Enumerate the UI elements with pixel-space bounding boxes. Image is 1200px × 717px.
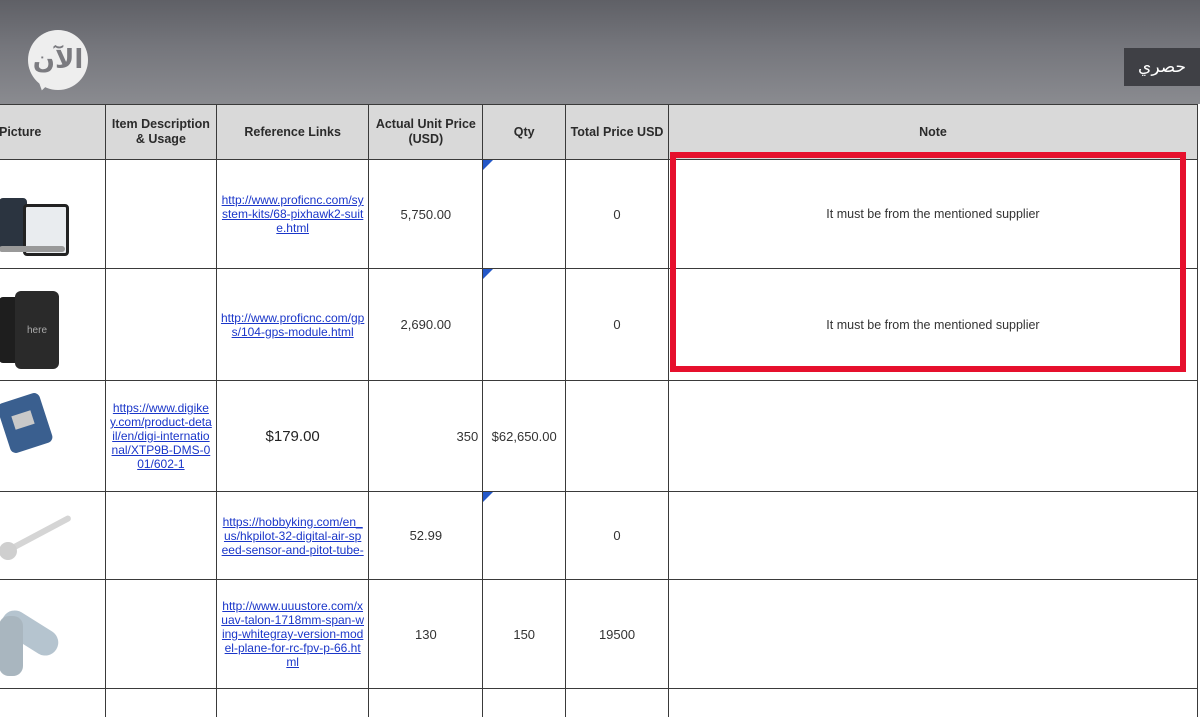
reference-link-cell: $179.00 bbox=[215, 380, 370, 492]
table-row bbox=[0, 688, 1199, 717]
product-image-cell bbox=[0, 159, 106, 269]
note-cell bbox=[667, 579, 1199, 689]
spreadsheet: Picture Item Description & Usage Referen… bbox=[0, 104, 1200, 717]
qty-cell bbox=[482, 159, 567, 269]
procurement-table: Picture Item Description & Usage Referen… bbox=[0, 104, 1199, 717]
product-image-cell bbox=[0, 380, 106, 492]
note-cell bbox=[667, 380, 1199, 492]
description-cell: https://www.digikey.com/product-detail/e… bbox=[104, 380, 217, 492]
airplane-wing-image bbox=[0, 581, 99, 688]
unit-price-cell: 52.99 bbox=[368, 491, 484, 580]
description-cell bbox=[104, 579, 217, 689]
total-price-cell bbox=[565, 380, 669, 492]
unit-price-cell: 2,690.00 bbox=[368, 268, 484, 381]
empty-cell bbox=[215, 688, 370, 717]
empty-cell bbox=[667, 688, 1199, 717]
header-qty: Qty bbox=[482, 104, 567, 160]
header-reference-links: Reference Links bbox=[215, 104, 370, 160]
pitot-tube-image bbox=[0, 493, 99, 579]
qty-cell bbox=[482, 268, 567, 381]
reference-link[interactable]: https://hobbyking.com/en_us/hkpilot-32-d… bbox=[221, 515, 365, 557]
qty-cell: $62,650.00 bbox=[482, 380, 567, 492]
reference-link-cell: http://www.proficnc.com/system-kits/68-p… bbox=[215, 159, 370, 269]
header-total-price: Total Price USD bbox=[565, 104, 669, 160]
video-header: الآن حصري bbox=[0, 0, 1200, 104]
header-picture: Picture bbox=[0, 104, 106, 160]
reference-link[interactable]: http://www.uuustore.com/xuav-talon-1718m… bbox=[221, 599, 365, 669]
header-unit-price: Actual Unit Price (USD) bbox=[368, 104, 484, 160]
table-row: http://www.uuustore.com/xuav-talon-1718m… bbox=[0, 579, 1199, 689]
gps-module-image: here bbox=[0, 270, 99, 380]
note-cell: It must be from the mentioned supplier bbox=[667, 268, 1199, 381]
product-image-cell bbox=[0, 491, 106, 580]
total-price-cell: 0 bbox=[565, 268, 669, 381]
empty-cell bbox=[104, 688, 217, 717]
header-row: Picture Item Description & Usage Referen… bbox=[0, 104, 1199, 160]
description-cell bbox=[104, 491, 217, 580]
empty-cell bbox=[482, 688, 567, 717]
table-row: here http://www.proficnc.com/gps/104-gps… bbox=[0, 268, 1199, 381]
note-cell: It must be from the mentioned supplier bbox=[667, 159, 1199, 269]
logo-text: الآن bbox=[32, 45, 84, 75]
description-cell bbox=[104, 268, 217, 381]
reference-link[interactable]: http://www.proficnc.com/gps/104-gps-modu… bbox=[221, 311, 365, 339]
reference-link-cell: http://www.proficnc.com/gps/104-gps-modu… bbox=[215, 268, 370, 381]
reference-link-cell: http://www.uuustore.com/xuav-talon-1718m… bbox=[215, 579, 370, 689]
note-cell bbox=[667, 491, 1199, 580]
empty-cell bbox=[368, 688, 484, 717]
empty-cell bbox=[565, 688, 669, 717]
unit-price-cell: 130 bbox=[368, 579, 484, 689]
table-row: https://hobbyking.com/en_us/hkpilot-32-d… bbox=[0, 491, 1199, 580]
qty-cell: 150 bbox=[482, 579, 567, 689]
qty-cell bbox=[482, 491, 567, 580]
unit-price-cell: 5,750.00 bbox=[368, 159, 484, 269]
description-cell bbox=[104, 159, 217, 269]
unit-price-cell: 350 bbox=[368, 380, 484, 492]
reference-link[interactable]: http://www.proficnc.com/system-kits/68-p… bbox=[221, 193, 365, 235]
empty-cell bbox=[0, 688, 106, 717]
header-item-description: Item Description & Usage bbox=[104, 104, 217, 160]
reference-link-cell: https://hobbyking.com/en_us/hkpilot-32-d… bbox=[215, 491, 370, 580]
total-price-cell: 0 bbox=[565, 159, 669, 269]
table-row: http://www.proficnc.com/system-kits/68-p… bbox=[0, 159, 1199, 269]
total-price-cell: 19500 bbox=[565, 579, 669, 689]
radio-module-image bbox=[0, 382, 99, 491]
product-image-cell bbox=[0, 579, 106, 689]
description-link[interactable]: https://www.digikey.com/product-detail/e… bbox=[110, 401, 212, 471]
total-price-cell: 0 bbox=[565, 491, 669, 580]
product-image-cell: here bbox=[0, 268, 106, 381]
header-note: Note bbox=[667, 104, 1199, 160]
exclusive-badge: حصري bbox=[1124, 48, 1200, 86]
table-row: https://www.digikey.com/product-detail/e… bbox=[0, 380, 1199, 492]
flight-controller-image bbox=[0, 161, 99, 268]
